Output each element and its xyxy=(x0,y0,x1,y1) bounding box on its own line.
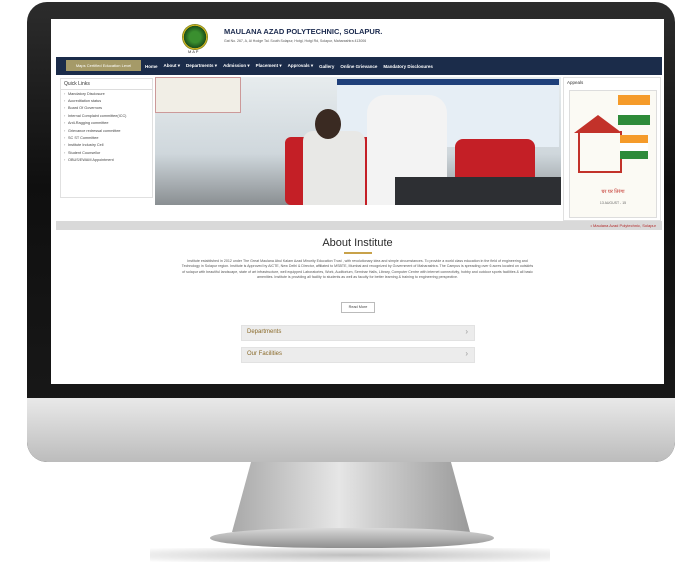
monitor-stand-neck xyxy=(232,462,470,532)
institute-logo-icon[interactable] xyxy=(182,24,208,50)
about-description: Institute established in 2012 under The … xyxy=(181,259,534,280)
title-underline xyxy=(344,252,372,254)
quick-link-item[interactable]: Institute Industry Cell xyxy=(61,142,152,149)
table xyxy=(395,177,561,205)
read-more-button[interactable]: Read More xyxy=(341,302,375,313)
poster-text: घर घर तिरंगा xyxy=(601,189,625,195)
quick-link-item[interactable]: Internal Complaint committee(ICC) xyxy=(61,112,152,119)
notice-board-photo xyxy=(155,77,241,113)
quick-link-item[interactable]: Board Of Governors xyxy=(61,105,152,112)
nav-item-about[interactable]: About ▾ xyxy=(164,63,181,69)
student-head xyxy=(315,109,341,139)
accordion-label: Departments xyxy=(247,329,282,335)
nav-item-home[interactable]: Home xyxy=(145,64,158,69)
accordion-departments[interactable]: Departments › xyxy=(241,325,475,341)
quick-link-item[interactable]: Anti-Ragging committee xyxy=(61,120,152,127)
accordion-facilities[interactable]: Our Facilities › xyxy=(241,347,475,363)
quick-link-item[interactable]: Accreditation status xyxy=(61,97,152,104)
quick-links-title: Quick Links xyxy=(61,79,152,90)
nav-item-mandatory-disclosures[interactable]: Mandatory Disclosures xyxy=(383,64,433,69)
institute-name: MAULANA AZAD POLYTECHNIC, SOLAPUR. xyxy=(224,27,383,36)
quick-link-item[interactable]: OBUS/EWAM Appointment xyxy=(61,156,152,163)
flag-icon xyxy=(620,135,648,159)
about-title: About Institute xyxy=(322,237,393,249)
student-figure xyxy=(303,131,365,205)
nav-item-approvals[interactable]: Approvals ▾ xyxy=(288,63,314,69)
certification-badge[interactable]: Maps Certified Education Level xyxy=(66,60,141,71)
chevron-right-icon: › xyxy=(465,327,468,336)
nav-item-gallery[interactable]: Gallery xyxy=(319,64,334,69)
institute-address: Gat No. 267, A, Al Hodge Tal. South Sola… xyxy=(224,39,367,43)
nav-item-departments[interactable]: Departments ▾ xyxy=(186,63,217,69)
chevron-right-icon: › xyxy=(465,349,468,358)
poster-subtext: 13 AUGUST - 15 xyxy=(599,201,627,205)
house-icon xyxy=(578,131,622,173)
quick-links-panel: Quick Links Mandatory Disclosure Accredi… xyxy=(60,78,153,198)
browser-screen: M A P MAULANA AZAD POLYTECHNIC, SOLAPUR.… xyxy=(51,19,664,384)
quick-link-item[interactable]: Mandatory Disclosure xyxy=(61,90,152,97)
nav-menu: Home About ▾ Departments ▾ Admission ▾ P… xyxy=(145,57,433,75)
logo-caption: M A P xyxy=(188,49,199,54)
accordion-label: Our Facilities xyxy=(247,351,283,357)
nav-item-placement[interactable]: Placement ▾ xyxy=(256,63,282,69)
appeals-title: Appeals xyxy=(567,80,584,85)
quick-link-item[interactable]: Grievance redressal committee xyxy=(61,127,152,134)
nav-item-admission[interactable]: Admission ▾ xyxy=(223,63,250,69)
monitor-chin xyxy=(27,398,675,462)
flag-icon xyxy=(618,95,650,125)
appeals-panel: Appeals घर घर तिरंगा 13 AUGUST - 15 xyxy=(563,77,661,221)
har-ghar-tiranga-poster[interactable]: घर घर तिरंगा 13 AUGUST - 15 xyxy=(569,90,657,218)
monitor-stand-base xyxy=(210,528,494,548)
news-ticker: • Maulana Azad Polytechnic, Solapur xyxy=(56,221,662,230)
main-navbar: Maps Certified Education Level Home Abou… xyxy=(56,57,662,75)
ticker-text[interactable]: • Maulana Azad Polytechnic, Solapur xyxy=(591,223,656,228)
monitor-shadow xyxy=(150,548,550,562)
hero-slider-image[interactable] xyxy=(155,77,561,205)
nav-item-online-grievance[interactable]: Online Grievance xyxy=(340,64,377,69)
site-header: M A P MAULANA AZAD POLYTECHNIC, SOLAPUR.… xyxy=(51,19,664,57)
quick-link-item[interactable]: SC ST Committee xyxy=(61,134,152,141)
quick-link-item[interactable]: Student Counsellor xyxy=(61,149,152,156)
